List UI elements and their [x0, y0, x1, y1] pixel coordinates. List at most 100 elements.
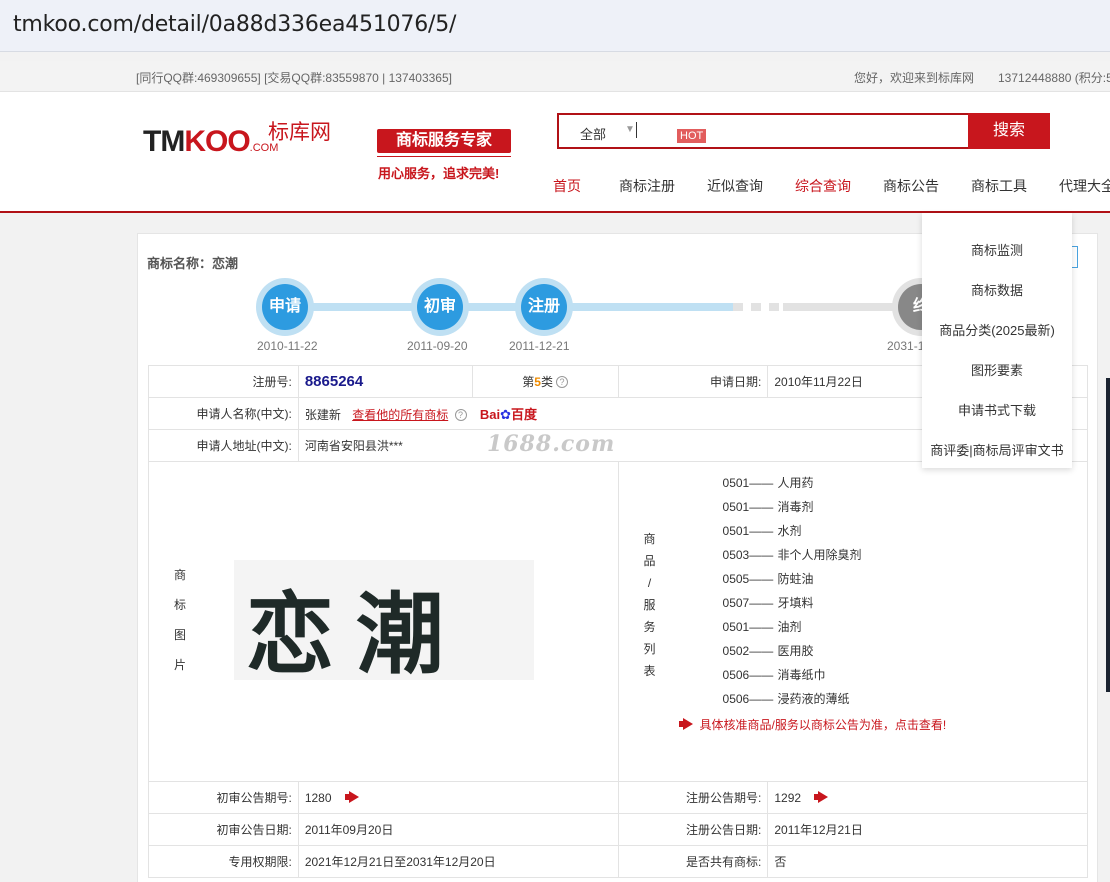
step-label: 申请 — [262, 284, 308, 330]
nav-tools[interactable]: 商标工具 — [971, 176, 1027, 196]
nav-agents[interactable]: 代理大全 — [1059, 176, 1110, 196]
help-icon[interactable]: ? — [555, 376, 568, 388]
search-button[interactable]: 搜索 — [968, 113, 1050, 149]
list-item: 0502—— 医用胶 — [723, 642, 1087, 666]
goods-code: 0507—— — [722, 596, 774, 610]
list-item: 0506—— 消毒纸巾 — [723, 666, 1087, 690]
table-row: 商 标 图 片 恋潮 商 品 / 服 务 列 表 0501—— 人用药 0501… — [148, 461, 1089, 782]
prelim-date-label: 初审公告日期: — [148, 813, 299, 846]
goods-note-text: 具体核准商品/服务以商标公告为准，点击查看! — [699, 718, 947, 732]
trademark-image[interactable]: 恋潮 — [234, 560, 534, 686]
baidu-logo-cn: 百度 — [511, 407, 538, 422]
goods-code: 0505—— — [722, 572, 774, 586]
goods-name: 浸药液的薄纸 — [777, 692, 850, 706]
timeline-step-prelim: 初审 — [411, 278, 469, 336]
nav-announcement[interactable]: 商标公告 — [883, 176, 939, 196]
chevron-down-icon[interactable]: ▼ — [625, 124, 635, 135]
watermark: 1688.com — [487, 431, 616, 457]
reg-ann-date-value: 2011年12月21日 — [767, 813, 1088, 846]
megaphone-icon — [678, 718, 697, 730]
search-box: 全部 ▼ HOT 搜索 — [557, 113, 1050, 149]
all-trademarks-link[interactable]: 查看他的所有商标 — [352, 408, 448, 422]
timeline-date: 2011-09-20 — [407, 339, 468, 353]
nav-home[interactable]: 首页 — [553, 176, 581, 196]
menu-item-figure-elements[interactable]: 图形要素 — [922, 360, 1072, 379]
url-text[interactable]: tmkoo.com/detail/0a88d336ea451076/5/ — [13, 12, 456, 37]
site-logo[interactable]: TMKOO.COM 标库网 — [143, 121, 331, 159]
reg-no-cell: 8865264 — [297, 365, 473, 398]
logo-cn: 标库网 — [268, 121, 331, 144]
logo-tm: TM — [143, 125, 185, 158]
reg-no-label: 注册号: — [148, 365, 299, 398]
table-row: 专用权期限: 2021年12月21日至2031年12月20日 是否共有商标: 否 — [148, 845, 1088, 878]
list-item: 0506—— 浸药液的薄纸 — [723, 690, 1087, 714]
trademark-image-box: 恋潮 — [234, 560, 534, 686]
goods-note-link[interactable]: 具体核准商品/服务以商标公告为准，点击查看! — [678, 716, 1087, 733]
list-item: 0501—— 人用药 — [723, 474, 1087, 498]
class-cell: 第5类? — [471, 365, 619, 398]
goods-code: 0501—— — [722, 524, 774, 538]
side-action-button[interactable] — [1072, 246, 1078, 268]
goods-code: 0501—— — [722, 620, 774, 634]
list-item: 0507—— 牙填料 — [723, 594, 1087, 618]
search-scope-select[interactable]: 全部 — [580, 124, 606, 143]
megaphone-icon[interactable] — [814, 791, 832, 803]
expert-divider — [377, 156, 511, 157]
validity-value: 2021年12月21日至2031年12月20日 — [297, 845, 619, 878]
timeline-track-done — [278, 303, 733, 311]
menu-item-review-docs[interactable]: 商评委|商标局评审文书 — [922, 440, 1072, 459]
menu-item-monitor[interactable]: 商标监测 — [922, 240, 1072, 259]
goods-code: 0503—— — [722, 548, 774, 562]
reg-ann-no-label: 注册公告期号: — [617, 781, 769, 814]
class-suffix: 类 — [540, 375, 553, 389]
timeline-date: 2031-1 — [887, 339, 925, 353]
megaphone-icon[interactable] — [344, 791, 363, 803]
class-value: 5 — [534, 375, 541, 389]
nav-similar-search[interactable]: 近似查询 — [707, 176, 763, 196]
prelim-no-value: 1280 — [304, 790, 332, 805]
site-header: TMKOO.COM 标库网 商标服务专家 用心服务，追求完美! 全部 ▼ HOT… — [0, 92, 1110, 213]
menu-item-classification[interactable]: 商品分类(2025最新) — [922, 320, 1072, 339]
search-input[interactable] — [636, 122, 637, 138]
qq-groups: [同行QQ群:469309655] [交易QQ群:83559870 | 1374… — [136, 71, 452, 85]
trademark-name-value: 恋潮 — [212, 256, 239, 271]
shared-label: 是否共有商标: — [617, 845, 769, 878]
list-item: 0503—— 非个人用除臭剂 — [723, 546, 1087, 570]
goods-code: 0506—— — [722, 668, 774, 682]
validity-label: 专用权期限: — [148, 845, 299, 878]
goods-name: 油剂 — [777, 620, 802, 634]
goods-name: 消毒剂 — [777, 500, 814, 514]
nav-comprehensive-search[interactable]: 综合查询 — [795, 176, 851, 196]
welcome-text: 您好，欢迎来到标库网 — [854, 71, 975, 85]
list-item: 0501—— 水剂 — [723, 522, 1087, 546]
baidu-search-link[interactable]: Bai✿百度 — [480, 407, 537, 422]
trademark-image-text: 恋潮 — [246, 582, 467, 686]
address-label: 申请人地址(中文): — [148, 429, 299, 462]
step-label: 初审 — [417, 284, 463, 330]
shared-value: 否 — [767, 845, 1088, 878]
prelim-date-value: 2011年09月20日 — [297, 813, 619, 846]
nav-register[interactable]: 商标注册 — [619, 176, 675, 196]
goods-name: 人用药 — [777, 476, 814, 490]
trademark-name: 商标名称：恋潮 — [147, 253, 238, 272]
reg-ann-date-label: 注册公告日期: — [617, 813, 769, 846]
top-info-bar: [同行QQ群:469309655] [交易QQ群:83559870 | 1374… — [0, 61, 1110, 92]
timeline-step-apply: 申请 — [256, 278, 314, 336]
hot-badge: HOT — [677, 129, 707, 143]
tools-dropdown-menu: 商标监测 商标数据 商品分类(2025最新) 图形要素 申请书式下载 商评委|商… — [922, 213, 1072, 468]
help-icon[interactable]: ? — [454, 409, 467, 421]
image-vertical-label: 商 标 图 片 — [165, 560, 195, 680]
goods-name: 医用胶 — [777, 644, 814, 658]
browser-address-bar[interactable]: tmkoo.com/detail/0a88d336ea451076/5/ — [0, 0, 1110, 52]
menu-item-data[interactable]: 商标数据 — [922, 280, 1072, 299]
user-account[interactable]: 13712448880 (积分:5 — [998, 69, 1110, 86]
goods-code: 0501—— — [722, 500, 774, 514]
goods-code: 0501—— — [722, 476, 774, 490]
trademark-name-label: 商标名称： — [147, 256, 213, 271]
goods-name: 消毒纸巾 — [777, 668, 826, 682]
timeline-step-register: 注册 — [515, 278, 573, 336]
menu-item-forms-download[interactable]: 申请书式下载 — [922, 400, 1072, 419]
goods-name: 非个人用除臭剂 — [777, 548, 862, 562]
trademark-image-cell: 商 标 图 片 恋潮 — [148, 461, 619, 782]
applicant-label: 申请人名称(中文): — [148, 397, 299, 430]
